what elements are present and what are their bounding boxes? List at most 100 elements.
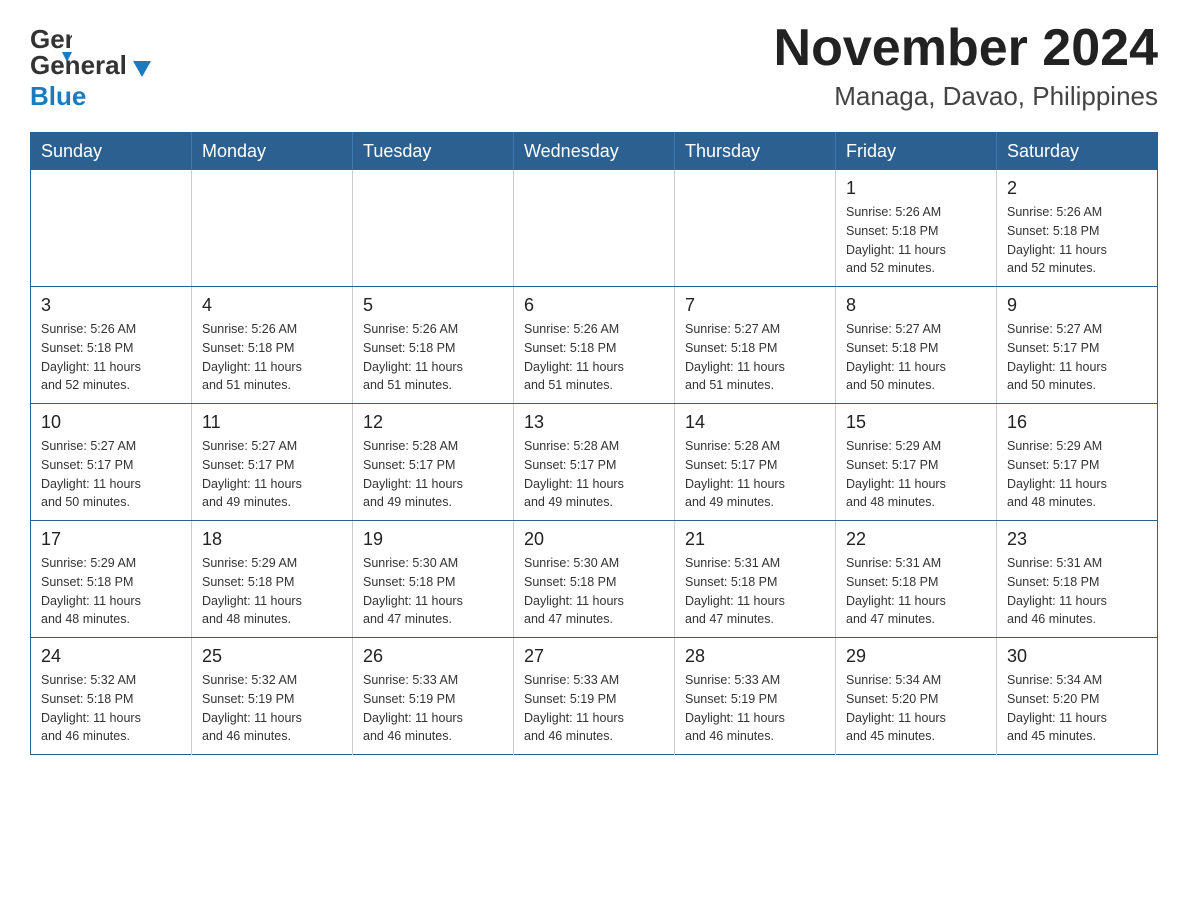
calendar-header-saturday: Saturday: [997, 133, 1158, 171]
calendar-cell: 4Sunrise: 5:26 AMSunset: 5:18 PMDaylight…: [192, 287, 353, 404]
day-info: Sunrise: 5:27 AMSunset: 5:18 PMDaylight:…: [846, 320, 986, 395]
day-number: 17: [41, 529, 181, 550]
day-info: Sunrise: 5:26 AMSunset: 5:18 PMDaylight:…: [363, 320, 503, 395]
day-info: Sunrise: 5:31 AMSunset: 5:18 PMDaylight:…: [1007, 554, 1147, 629]
calendar-week-row: 17 Sunrise: 5:29 AMSunset: 5:18 PMDayligh…: [31, 521, 1158, 638]
day-info: Sunrise: 5:31 AMSunset: 5:18 PMDaylight:…: [846, 554, 986, 629]
calendar-week-row: 3 Sunrise: 5:26 AMSunset: 5:18 PMDaylight…: [31, 287, 1158, 404]
day-number: 3: [41, 295, 181, 316]
day-number: 13: [524, 412, 664, 433]
calendar-cell: 16 Sunrise: 5:29 AMSunset: 5:17 PMDayligh…: [997, 404, 1158, 521]
calendar-cell: 13 Sunrise: 5:28 AMSunset: 5:17 PMDayligh…: [514, 404, 675, 521]
day-number: 24: [41, 646, 181, 667]
day-number: 26: [363, 646, 503, 667]
calendar-week-row: 1 Sunrise: 5:26 AMSunset: 5:18 PMDaylight…: [31, 170, 1158, 287]
day-info: Sunrise: 5:27 AMSunset: 5:17 PMDaylight:…: [41, 437, 181, 512]
page-header: General General Blue November 2024 Manag…: [30, 20, 1158, 112]
calendar-cell: 28 Sunrise: 5:33 AMSunset: 5:19 PMDayligh…: [675, 638, 836, 755]
day-info: Sunrise: 5:29 AMSunset: 5:18 PMDaylight:…: [41, 554, 181, 629]
day-info: Sunrise: 5:29 AMSunset: 5:18 PMDaylight:…: [202, 554, 342, 629]
day-number: 9: [1007, 295, 1147, 316]
calendar-header-monday: Monday: [192, 133, 353, 171]
calendar-cell: 8 Sunrise: 5:27 AMSunset: 5:18 PMDaylight…: [836, 287, 997, 404]
day-info: Sunrise: 5:29 AMSunset: 5:17 PMDaylight:…: [846, 437, 986, 512]
calendar-cell: [31, 170, 192, 287]
day-number: 28: [685, 646, 825, 667]
day-info: Sunrise: 5:33 AMSunset: 5:19 PMDaylight:…: [524, 671, 664, 746]
calendar-cell: 10Sunrise: 5:27 AMSunset: 5:17 PMDayligh…: [31, 404, 192, 521]
calendar-header-sunday: Sunday: [31, 133, 192, 171]
calendar-header-friday: Friday: [836, 133, 997, 171]
calendar-cell: 15 Sunrise: 5:29 AMSunset: 5:17 PMDayligh…: [836, 404, 997, 521]
day-info: Sunrise: 5:32 AMSunset: 5:18 PMDaylight:…: [41, 671, 181, 746]
day-number: 21: [685, 529, 825, 550]
calendar-cell: 30Sunrise: 5:34 AMSunset: 5:20 PMDayligh…: [997, 638, 1158, 755]
day-number: 1: [846, 178, 986, 199]
calendar-cell: 29 Sunrise: 5:34 AMSunset: 5:20 PMDayligh…: [836, 638, 997, 755]
day-number: 11: [202, 412, 342, 433]
day-info: Sunrise: 5:27 AMSunset: 5:17 PMDaylight:…: [202, 437, 342, 512]
day-number: 4: [202, 295, 342, 316]
calendar-cell: 11 Sunrise: 5:27 AMSunset: 5:17 PMDayligh…: [192, 404, 353, 521]
day-number: 16: [1007, 412, 1147, 433]
day-number: 6: [524, 295, 664, 316]
logo-line2: Blue: [30, 81, 86, 111]
calendar-header-row: SundayMondayTuesdayWednesdayThursdayFrid…: [31, 133, 1158, 171]
logo-area: General General Blue: [30, 20, 151, 112]
logo-line1: General: [30, 50, 127, 80]
day-number: 14: [685, 412, 825, 433]
calendar-cell: 1 Sunrise: 5:26 AMSunset: 5:18 PMDaylight…: [836, 170, 997, 287]
calendar-cell: 12 Sunrise: 5:28 AMSunset: 5:17 PMDayligh…: [353, 404, 514, 521]
calendar-cell: 5 Sunrise: 5:26 AMSunset: 5:18 PMDaylight…: [353, 287, 514, 404]
calendar-week-row: 10Sunrise: 5:27 AMSunset: 5:17 PMDayligh…: [31, 404, 1158, 521]
day-info: Sunrise: 5:32 AMSunset: 5:19 PMDaylight:…: [202, 671, 342, 746]
day-number: 2: [1007, 178, 1147, 199]
day-info: Sunrise: 5:26 AMSunset: 5:18 PMDaylight:…: [1007, 203, 1147, 278]
calendar-cell: 3 Sunrise: 5:26 AMSunset: 5:18 PMDaylight…: [31, 287, 192, 404]
location-title: Managa, Davao, Philippines: [774, 81, 1158, 112]
day-info: Sunrise: 5:26 AMSunset: 5:18 PMDaylight:…: [846, 203, 986, 278]
day-number: 12: [363, 412, 503, 433]
day-info: Sunrise: 5:34 AMSunset: 5:20 PMDaylight:…: [846, 671, 986, 746]
calendar-cell: 20 Sunrise: 5:30 AMSunset: 5:18 PMDayligh…: [514, 521, 675, 638]
day-info: Sunrise: 5:26 AMSunset: 5:18 PMDaylight:…: [41, 320, 181, 395]
calendar-cell: 24 Sunrise: 5:32 AMSunset: 5:18 PMDayligh…: [31, 638, 192, 755]
calendar-cell: 22Sunrise: 5:31 AMSunset: 5:18 PMDayligh…: [836, 521, 997, 638]
calendar-header-thursday: Thursday: [675, 133, 836, 171]
day-info: Sunrise: 5:30 AMSunset: 5:18 PMDaylight:…: [524, 554, 664, 629]
day-number: 18: [202, 529, 342, 550]
calendar-table: SundayMondayTuesdayWednesdayThursdayFrid…: [30, 132, 1158, 755]
day-info: Sunrise: 5:31 AMSunset: 5:18 PMDaylight:…: [685, 554, 825, 629]
day-info: Sunrise: 5:28 AMSunset: 5:17 PMDaylight:…: [363, 437, 503, 512]
calendar-cell: 17 Sunrise: 5:29 AMSunset: 5:18 PMDayligh…: [31, 521, 192, 638]
day-info: Sunrise: 5:30 AMSunset: 5:18 PMDaylight:…: [363, 554, 503, 629]
day-info: Sunrise: 5:29 AMSunset: 5:17 PMDaylight:…: [1007, 437, 1147, 512]
calendar-week-row: 24 Sunrise: 5:32 AMSunset: 5:18 PMDayligh…: [31, 638, 1158, 755]
calendar-cell: [192, 170, 353, 287]
calendar-cell: 9Sunrise: 5:27 AMSunset: 5:17 PMDaylight…: [997, 287, 1158, 404]
day-info: Sunrise: 5:28 AMSunset: 5:17 PMDaylight:…: [685, 437, 825, 512]
calendar-cell: [675, 170, 836, 287]
calendar-cell: 25Sunrise: 5:32 AMSunset: 5:19 PMDayligh…: [192, 638, 353, 755]
calendar-cell: 19 Sunrise: 5:30 AMSunset: 5:18 PMDayligh…: [353, 521, 514, 638]
day-info: Sunrise: 5:28 AMSunset: 5:17 PMDaylight:…: [524, 437, 664, 512]
calendar-header-wednesday: Wednesday: [514, 133, 675, 171]
day-info: Sunrise: 5:33 AMSunset: 5:19 PMDaylight:…: [363, 671, 503, 746]
day-info: Sunrise: 5:33 AMSunset: 5:19 PMDaylight:…: [685, 671, 825, 746]
calendar-cell: 27Sunrise: 5:33 AMSunset: 5:19 PMDayligh…: [514, 638, 675, 755]
day-number: 29: [846, 646, 986, 667]
day-number: 15: [846, 412, 986, 433]
calendar-header-tuesday: Tuesday: [353, 133, 514, 171]
calendar-cell: 14 Sunrise: 5:28 AMSunset: 5:17 PMDayligh…: [675, 404, 836, 521]
calendar-cell: 18 Sunrise: 5:29 AMSunset: 5:18 PMDayligh…: [192, 521, 353, 638]
calendar-cell: 2 Sunrise: 5:26 AMSunset: 5:18 PMDaylight…: [997, 170, 1158, 287]
day-number: 20: [524, 529, 664, 550]
calendar-cell: 7Sunrise: 5:27 AMSunset: 5:18 PMDaylight…: [675, 287, 836, 404]
calendar-cell: [353, 170, 514, 287]
day-number: 8: [846, 295, 986, 316]
calendar-cell: 23Sunrise: 5:31 AMSunset: 5:18 PMDayligh…: [997, 521, 1158, 638]
day-info: Sunrise: 5:26 AMSunset: 5:18 PMDaylight:…: [524, 320, 664, 395]
day-number: 7: [685, 295, 825, 316]
day-number: 19: [363, 529, 503, 550]
day-number: 5: [363, 295, 503, 316]
